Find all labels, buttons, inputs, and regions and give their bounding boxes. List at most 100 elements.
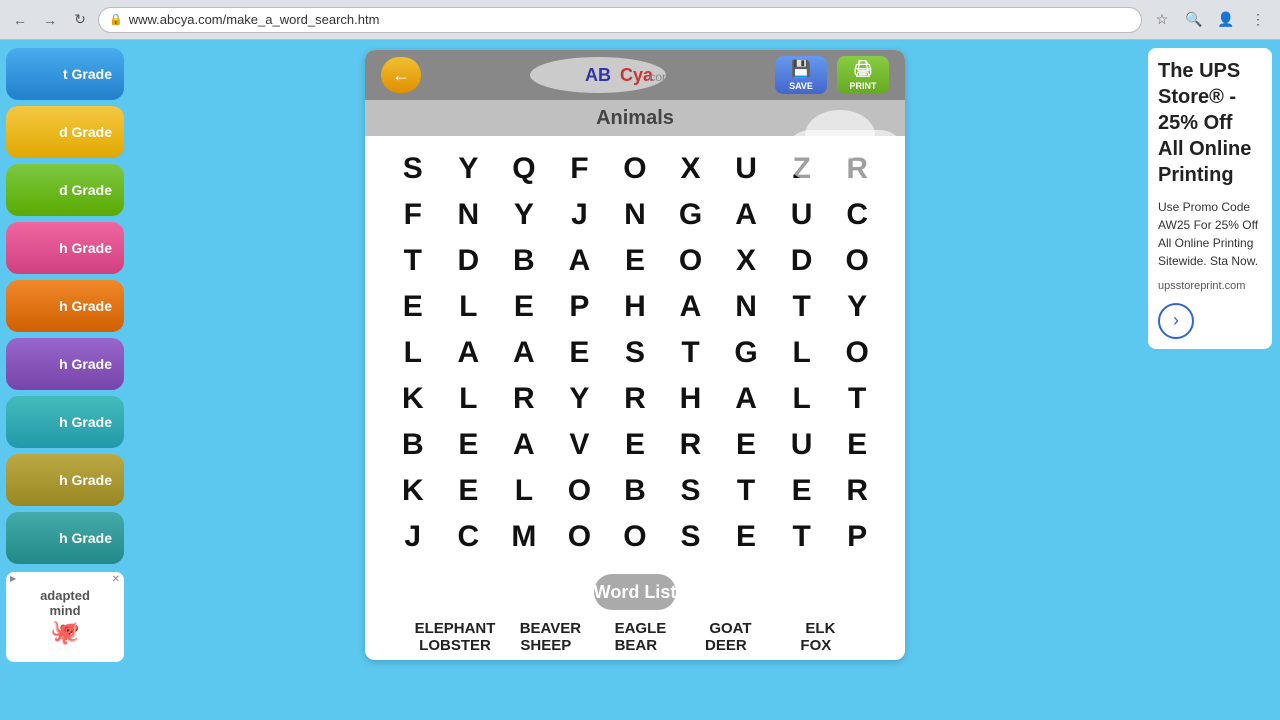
grid-cell-4-3[interactable]: E: [552, 330, 608, 376]
grid-cell-5-8[interactable]: T: [829, 376, 885, 422]
grid-cell-3-5[interactable]: A: [663, 284, 719, 330]
grid-cell-4-0[interactable]: L: [385, 330, 441, 376]
grade-btn-3[interactable]: d Grade: [6, 164, 124, 216]
grid-cell-4-1[interactable]: A: [441, 330, 497, 376]
grid-cell-5-4[interactable]: R: [607, 376, 663, 422]
grid-cell-2-1[interactable]: D: [441, 238, 497, 284]
grid-cell-0-0[interactable]: S: [385, 146, 441, 192]
save-button[interactable]: 💾 SAVE: [775, 56, 827, 94]
grid-cell-1-1[interactable]: N: [441, 192, 497, 238]
grade-btn-2[interactable]: d Grade: [6, 106, 124, 158]
grid-cell-8-8[interactable]: P: [829, 514, 885, 560]
grid-cell-2-4[interactable]: E: [607, 238, 663, 284]
grid-cell-6-0[interactable]: B: [385, 422, 441, 468]
grid-cell-0-2[interactable]: Q: [496, 146, 552, 192]
grid-area[interactable]: SYQFOXUZRFNYJNGAUCTDBAEOXDOELEPHANTYLAAE…: [365, 136, 905, 570]
grid-cell-4-8[interactable]: O: [829, 330, 885, 376]
grade-btn-7[interactable]: h Grade: [6, 396, 124, 448]
grid-cell-4-5[interactable]: T: [663, 330, 719, 376]
grid-cell-0-1[interactable]: Y: [441, 146, 497, 192]
grid-cell-8-5[interactable]: S: [663, 514, 719, 560]
grid-cell-3-4[interactable]: H: [607, 284, 663, 330]
grid-cell-7-2[interactable]: L: [496, 468, 552, 514]
grid-cell-5-0[interactable]: K: [385, 376, 441, 422]
grid-cell-2-3[interactable]: A: [552, 238, 608, 284]
grid-cell-7-0[interactable]: K: [385, 468, 441, 514]
grid-cell-6-8[interactable]: E: [829, 422, 885, 468]
grid-cell-5-2[interactable]: R: [496, 376, 552, 422]
grid-cell-1-2[interactable]: Y: [496, 192, 552, 238]
grid-cell-1-6[interactable]: A: [718, 192, 774, 238]
grade-btn-9[interactable]: h Grade: [6, 512, 124, 564]
grid-cell-5-6[interactable]: A: [718, 376, 774, 422]
grid-cell-3-0[interactable]: E: [385, 284, 441, 330]
grid-cell-3-2[interactable]: E: [496, 284, 552, 330]
grade-btn-8[interactable]: h Grade: [6, 454, 124, 506]
back-button[interactable]: ←: [381, 57, 421, 93]
grade-btn-5[interactable]: h Grade: [6, 280, 124, 332]
grid-cell-7-5[interactable]: S: [663, 468, 719, 514]
grid-cell-1-7[interactable]: U: [774, 192, 830, 238]
grid-cell-3-1[interactable]: L: [441, 284, 497, 330]
print-button[interactable]: 🖨 PRINT: [837, 56, 889, 94]
grid-cell-2-6[interactable]: X: [718, 238, 774, 284]
grid-cell-6-6[interactable]: E: [718, 422, 774, 468]
grid-cell-8-0[interactable]: J: [385, 514, 441, 560]
profile-button[interactable]: 👤: [1212, 6, 1240, 34]
grid-cell-7-6[interactable]: T: [718, 468, 774, 514]
grid-cell-0-5[interactable]: X: [663, 146, 719, 192]
grade-btn-1[interactable]: t Grade: [6, 48, 124, 100]
grid-cell-4-4[interactable]: S: [607, 330, 663, 376]
grid-cell-7-7[interactable]: E: [774, 468, 830, 514]
grade-btn-6[interactable]: h Grade: [6, 338, 124, 390]
grid-cell-6-1[interactable]: E: [441, 422, 497, 468]
grid-cell-7-1[interactable]: E: [441, 468, 497, 514]
grid-cell-6-4[interactable]: E: [607, 422, 663, 468]
grid-cell-8-6[interactable]: E: [718, 514, 774, 560]
reload-button[interactable]: ↻: [68, 8, 92, 32]
menu-button[interactable]: ⋮: [1244, 6, 1272, 34]
grid-cell-0-4[interactable]: O: [607, 146, 663, 192]
grid-cell-3-7[interactable]: T: [774, 284, 830, 330]
grid-cell-5-3[interactable]: Y: [552, 376, 608, 422]
grid-cell-7-4[interactable]: B: [607, 468, 663, 514]
grid-cell-1-4[interactable]: N: [607, 192, 663, 238]
grid-cell-3-3[interactable]: P: [552, 284, 608, 330]
grid-cell-6-2[interactable]: A: [496, 422, 552, 468]
ad-next-button[interactable]: ›: [1158, 303, 1194, 339]
grid-cell-5-5[interactable]: H: [663, 376, 719, 422]
grid-cell-2-5[interactable]: O: [663, 238, 719, 284]
grid-cell-6-3[interactable]: V: [552, 422, 608, 468]
grid-cell-7-8[interactable]: R: [829, 468, 885, 514]
forward-nav-button[interactable]: →: [38, 8, 62, 32]
grid-cell-6-7[interactable]: U: [774, 422, 830, 468]
grid-cell-8-1[interactable]: C: [441, 514, 497, 560]
grid-cell-6-5[interactable]: R: [663, 422, 719, 468]
grid-cell-3-6[interactable]: N: [718, 284, 774, 330]
grid-cell-1-3[interactable]: J: [552, 192, 608, 238]
grid-cell-8-7[interactable]: T: [774, 514, 830, 560]
word-search-grid[interactable]: SYQFOXUZRFNYJNGAUCTDBAEOXDOELEPHANTYLAAE…: [385, 146, 885, 560]
grid-cell-8-4[interactable]: O: [607, 514, 663, 560]
grid-cell-4-6[interactable]: G: [718, 330, 774, 376]
grid-cell-3-8[interactable]: Y: [829, 284, 885, 330]
grid-cell-0-6[interactable]: U: [718, 146, 774, 192]
grid-cell-2-2[interactable]: B: [496, 238, 552, 284]
grid-cell-8-2[interactable]: M: [496, 514, 552, 560]
extensions-button[interactable]: 🔍: [1180, 6, 1208, 34]
grade-btn-4[interactable]: h Grade: [6, 222, 124, 274]
grid-cell-2-7[interactable]: D: [774, 238, 830, 284]
grid-cell-1-8[interactable]: C: [829, 192, 885, 238]
back-nav-button[interactable]: ←: [8, 8, 32, 32]
grid-cell-4-2[interactable]: A: [496, 330, 552, 376]
address-bar[interactable]: 🔒 www.abcya.com/make_a_word_search.htm: [98, 7, 1142, 33]
grid-cell-1-0[interactable]: F: [385, 192, 441, 238]
grid-cell-5-7[interactable]: L: [774, 376, 830, 422]
grid-cell-1-5[interactable]: G: [663, 192, 719, 238]
ad-close-button[interactable]: ✕: [112, 574, 120, 585]
grid-cell-4-7[interactable]: L: [774, 330, 830, 376]
grid-cell-8-3[interactable]: O: [552, 514, 608, 560]
bookmark-button[interactable]: ☆: [1148, 6, 1176, 34]
grid-cell-2-0[interactable]: T: [385, 238, 441, 284]
grid-cell-2-8[interactable]: O: [829, 238, 885, 284]
